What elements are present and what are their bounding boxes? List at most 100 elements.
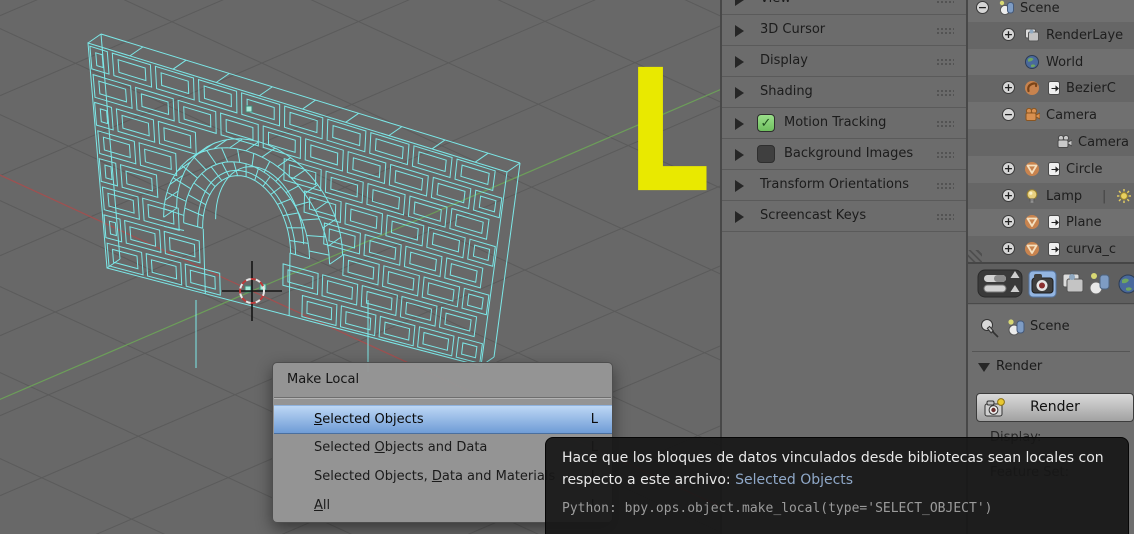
menu-item-label: All bbox=[314, 498, 331, 513]
expand-icon[interactable]: + bbox=[1002, 161, 1015, 175]
outliner-row-scene[interactable]: − Scene bbox=[968, 0, 1134, 22]
datablock-icon bbox=[1048, 242, 1060, 257]
scene-icon bbox=[1008, 319, 1025, 336]
tooltip: Hace que los bloques de datos vinculados… bbox=[545, 437, 1129, 534]
panel-label: View bbox=[760, 0, 791, 6]
panel-header-display[interactable]: Display bbox=[722, 46, 966, 77]
checkbox-unchecked[interactable] bbox=[757, 145, 775, 163]
column-separator: | bbox=[1102, 188, 1107, 204]
tab-render-layers[interactable] bbox=[1062, 273, 1084, 293]
mesh-object-icon bbox=[1025, 215, 1039, 230]
outliner-item-label: Camera bbox=[1078, 135, 1130, 150]
tab-scene[interactable] bbox=[1089, 273, 1110, 295]
menu-title: Make Local bbox=[287, 372, 360, 387]
outliner-item-label: Circle bbox=[1066, 161, 1103, 177]
tooltip-line2-value: Selected Objects bbox=[735, 472, 854, 488]
panel-header-screencast-keys[interactable]: Screencast Keys bbox=[722, 201, 966, 232]
outliner-row-circle[interactable]: + Circle bbox=[968, 155, 1134, 183]
outliner-item-label: curva_c bbox=[1066, 242, 1117, 258]
tooltip-line2-prefix: respecto a este archivo: bbox=[562, 472, 731, 488]
tab-world[interactable] bbox=[1118, 274, 1134, 294]
screencast-key-overlay: L bbox=[626, 33, 711, 232]
separator bbox=[274, 397, 611, 398]
outliner-editor[interactable]: − Scene + RenderLaye World + BezierC − Camera Cam… bbox=[968, 0, 1134, 262]
drag-grip-icon[interactable] bbox=[936, 27, 954, 35]
panel-header-3d-cursor[interactable]: 3D Cursor bbox=[722, 15, 966, 46]
expand-icon[interactable]: + bbox=[1002, 27, 1015, 41]
render-button[interactable]: Render bbox=[976, 393, 1134, 422]
panel-header-motion-tracking[interactable]: ✓ Motion Tracking bbox=[722, 108, 966, 139]
drag-grip-icon[interactable] bbox=[936, 89, 954, 97]
outliner-row-world[interactable]: World bbox=[968, 48, 1134, 76]
panel-label: 3D Cursor bbox=[760, 22, 826, 37]
menu-item-shortcut: L bbox=[590, 412, 598, 427]
tooltip-line2: respecto a este archivo: Selected Object… bbox=[562, 472, 853, 488]
panel-label: Transform Orientations bbox=[760, 177, 909, 192]
breadcrumb-label: Scene bbox=[1030, 319, 1070, 334]
pin-icon[interactable] bbox=[978, 317, 1000, 339]
drag-grip-icon[interactable] bbox=[936, 213, 954, 221]
outliner-row-camera[interactable]: − Camera bbox=[968, 102, 1134, 130]
outliner-row-renderlaye[interactable]: + RenderLaye bbox=[968, 21, 1134, 49]
datablock-icon bbox=[1048, 215, 1060, 230]
editor-type-selector[interactable] bbox=[977, 269, 1023, 298]
scene-icon bbox=[999, 0, 1014, 16]
outliner-row-curva-c[interactable]: + curva_c bbox=[968, 236, 1134, 262]
outliner-item-label: Plane bbox=[1066, 215, 1102, 231]
expand-icon[interactable]: + bbox=[1002, 242, 1015, 256]
collapse-icon[interactable]: − bbox=[1002, 108, 1015, 122]
panel-header-transform-orientations[interactable]: Transform Orientations bbox=[722, 170, 966, 201]
object-origin-dot bbox=[245, 105, 253, 113]
chevron-right-icon bbox=[735, 118, 744, 130]
menu-item-label: Selected Objects bbox=[314, 412, 424, 427]
menu-item-label: Selected Objects and Data bbox=[314, 440, 488, 455]
panel-label: Background Images bbox=[784, 146, 914, 161]
chevron-right-icon bbox=[735, 149, 744, 161]
tooltip-line1: Hace que los bloques de datos vinculados… bbox=[562, 450, 1104, 466]
panel-header-view[interactable]: View bbox=[722, 0, 966, 15]
datablock-icon bbox=[1048, 81, 1060, 96]
drag-grip-icon[interactable] bbox=[936, 58, 954, 66]
menu-item-label: Selected Objects, Data and Materials bbox=[314, 469, 556, 484]
drag-grip-icon[interactable] bbox=[936, 151, 954, 159]
properties-header bbox=[968, 262, 1134, 304]
chevron-right-icon bbox=[735, 87, 744, 99]
chevron-down-icon bbox=[978, 363, 990, 372]
camera-data-icon bbox=[1057, 134, 1072, 148]
outliner-row-camera[interactable]: Camera bbox=[968, 129, 1134, 156]
outliner-row-plane[interactable]: + Plane bbox=[968, 209, 1134, 237]
outliner-item-label: RenderLaye bbox=[1046, 27, 1124, 43]
expand-icon[interactable]: + bbox=[1002, 81, 1015, 95]
expand-icon[interactable]: + bbox=[1002, 188, 1015, 202]
collapse-icon[interactable]: − bbox=[976, 1, 989, 14]
outliner-item-label: Scene bbox=[1020, 1, 1060, 16]
drag-grip-icon[interactable] bbox=[936, 182, 954, 190]
chevron-right-icon bbox=[735, 25, 744, 37]
chevron-right-icon bbox=[735, 180, 744, 192]
outliner-row-bezierc[interactable]: + BezierC bbox=[968, 75, 1134, 103]
properties-header-icons bbox=[977, 269, 1134, 298]
renderlayers-icon bbox=[1025, 28, 1039, 42]
drag-grip-icon[interactable] bbox=[936, 0, 954, 4]
lamp-object-icon bbox=[1026, 188, 1038, 203]
panel-header-background-images[interactable]: Background Images bbox=[722, 139, 966, 170]
breadcrumb: Scene bbox=[968, 315, 1134, 341]
tooltip-python: Python: bpy.ops.object.make_local(type='… bbox=[562, 501, 993, 516]
menu-item-selected-objects[interactable]: Selected Objects L bbox=[274, 405, 612, 434]
chevron-right-icon bbox=[735, 56, 744, 68]
tab-render[interactable] bbox=[1028, 270, 1057, 298]
expand-icon[interactable]: + bbox=[1002, 215, 1015, 229]
panel-header-shading[interactable]: Shading bbox=[722, 77, 966, 108]
world-icon bbox=[1025, 54, 1039, 69]
outliner-row-lamp[interactable]: + Lamp | bbox=[968, 182, 1134, 210]
chevron-right-icon bbox=[735, 0, 744, 6]
mesh-object-icon bbox=[1025, 161, 1039, 176]
panel-label: Shading bbox=[760, 84, 813, 99]
render-section-header[interactable]: Render bbox=[968, 357, 1134, 379]
curve-object-icon bbox=[1025, 81, 1039, 96]
separator bbox=[972, 351, 1130, 352]
render-button-label: Render bbox=[1030, 399, 1080, 415]
panel-label: Display bbox=[760, 53, 808, 68]
drag-grip-icon[interactable] bbox=[936, 120, 954, 128]
checkbox-checked[interactable]: ✓ bbox=[757, 114, 775, 132]
